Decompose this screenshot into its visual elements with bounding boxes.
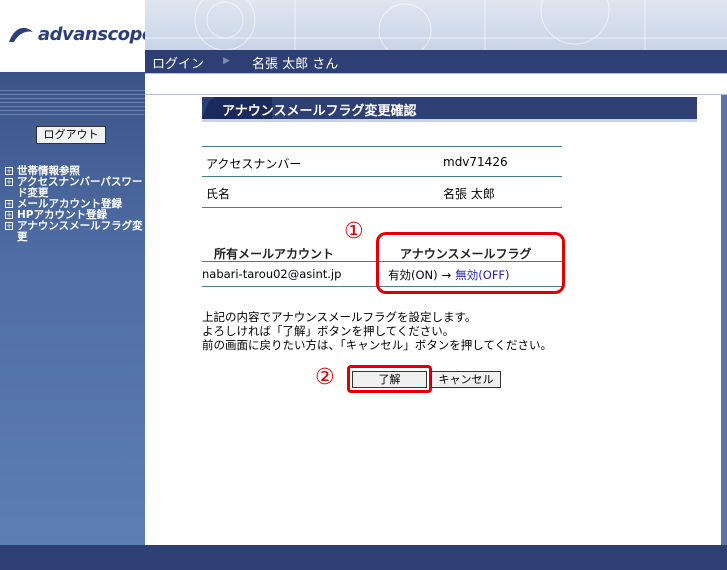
nav-separator-icon: ▶ — [223, 56, 230, 66]
sidebar-item-access-password[interactable]: + アクセスナンバーパスワード変更 — [5, 177, 143, 199]
expand-icon: + — [5, 178, 13, 186]
header-banner — [145, 0, 727, 50]
instruction-line: よろしければ「了解」ボタンを押してください。 — [202, 324, 455, 338]
expand-icon: + — [5, 167, 13, 175]
account-column-header: 所有メールアカウント — [214, 247, 335, 261]
footer-bar — [0, 545, 727, 570]
brand-name: advanscope — [38, 24, 154, 45]
main-content: アナウンスメールフラグ変更確認 アクセスナンバー mdv71426 氏名 名張 … — [145, 95, 721, 545]
info-table: アクセスナンバー mdv71426 氏名 名張 太郎 — [202, 146, 562, 208]
sidebar-item-announce-flag[interactable]: + アナウンスメールフラグ変更 — [5, 221, 143, 243]
info-key: 氏名 — [206, 187, 231, 201]
nav-login-link[interactable]: ログイン — [152, 53, 204, 72]
info-value: mdv71426 — [443, 155, 508, 169]
page-title-bar: アナウンスメールフラグ変更確認 — [202, 97, 697, 119]
info-row: 氏名 名張 太郎 — [202, 177, 562, 208]
right-edge-bar — [721, 95, 727, 545]
logo-mark-icon — [9, 27, 33, 42]
instruction-line: 上記の内容でアナウンスメールフラグを設定します。 — [202, 310, 477, 324]
instruction-line: 前の画面に戻りたい方は、「キャンセル」ボタンを押してください。 — [202, 338, 553, 352]
top-nav: ログイン ▶ 名張 太郎 さん — [145, 50, 727, 73]
logout-button[interactable]: ログアウト — [36, 126, 106, 144]
account-email: nabari-tarou02@asint.jp — [202, 267, 342, 281]
logo: advanscope — [0, 0, 154, 72]
page-title: アナウンスメールフラグ変更確認 — [222, 104, 417, 119]
sidebar-stripes — [0, 90, 145, 118]
nav-user-greeting: 名張 太郎 さん — [252, 57, 339, 72]
header-rule — [145, 73, 727, 95]
expand-icon: + — [5, 211, 13, 219]
highlight-box-ok — [347, 365, 432, 393]
info-value: 名張 太郎 — [443, 187, 495, 201]
title-underline — [202, 119, 697, 122]
expand-icon: + — [5, 200, 13, 208]
expand-icon: + — [5, 222, 13, 230]
sidebar-item-label: アクセスナンバーパスワード変更 — [17, 176, 143, 199]
cancel-button[interactable]: キャンセル — [431, 371, 501, 388]
info-key: アクセスナンバー — [206, 157, 302, 171]
info-row: アクセスナンバー mdv71426 — [202, 146, 562, 177]
instructions: 上記の内容でアナウンスメールフラグを設定します。 よろしければ「了解」ボタンを押… — [202, 310, 702, 352]
annotation-marker-2: ② — [315, 365, 335, 390]
sidebar-menu: + 世帯情報参照 + アクセスナンバーパスワード変更 + メールアカウント登録 + HP… — [5, 166, 143, 243]
annotation-marker-1: ① — [344, 219, 364, 244]
highlight-box-flag — [376, 232, 565, 294]
sidebar-item-label: アナウンスメールフラグ変更 — [17, 220, 143, 243]
